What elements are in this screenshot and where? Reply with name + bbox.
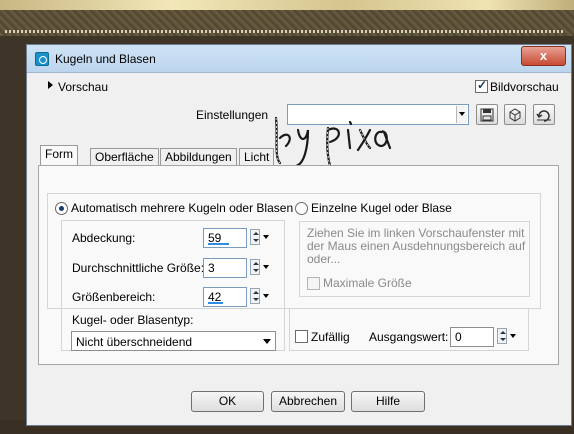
help-button[interactable]: Hilfe bbox=[351, 391, 425, 412]
tab-oberflaeche[interactable]: Oberfläche bbox=[90, 148, 159, 166]
chevron-down-icon bbox=[456, 106, 467, 123]
preview-toggle[interactable]: Vorschau bbox=[58, 80, 108, 94]
bereich-label: Größenbereich: bbox=[72, 290, 156, 304]
floppy-disk-icon bbox=[480, 108, 494, 122]
chevron-down-icon bbox=[263, 339, 271, 344]
bereich-stepper[interactable] bbox=[250, 288, 260, 304]
typ-dropdown[interactable]: Nicht überschneidend bbox=[71, 331, 276, 351]
groesse-stepper[interactable] bbox=[250, 259, 260, 275]
max-size-label: Maximale Größe bbox=[323, 276, 412, 290]
dice-icon bbox=[509, 108, 521, 122]
reset-icon bbox=[536, 110, 551, 122]
save-settings-button[interactable] bbox=[476, 104, 498, 125]
ok-button[interactable]: OK bbox=[191, 391, 264, 412]
ausgang-input[interactable]: 0 bbox=[450, 327, 494, 347]
cancel-button[interactable]: Abbrechen bbox=[271, 391, 345, 412]
tab-form-label: Form bbox=[45, 147, 73, 161]
zufaellig-checkbox[interactable] bbox=[295, 330, 308, 343]
abdeckung-dropdown[interactable] bbox=[262, 229, 270, 247]
tab-form[interactable]: Form bbox=[40, 145, 78, 166]
abdeckung-slider-bar[interactable] bbox=[208, 243, 229, 245]
bereich-dropdown[interactable] bbox=[262, 288, 270, 306]
single-hint-text: Ziehen Sie im linken Vorschaufenster mit… bbox=[307, 226, 526, 266]
tab-licht-label: Licht bbox=[244, 150, 270, 164]
tab-abbildungen[interactable]: Abbildungen bbox=[160, 148, 237, 166]
window-title: Kugeln und Blasen bbox=[55, 52, 156, 66]
signature-watermark bbox=[274, 116, 392, 168]
camera-icon bbox=[35, 52, 49, 66]
background-dotted-border bbox=[5, 30, 565, 33]
auto-mode-radio[interactable] bbox=[55, 202, 68, 215]
typ-label: Kugel- oder Blasentyp: bbox=[72, 313, 194, 327]
expand-arrow-icon[interactable] bbox=[48, 81, 53, 89]
background-gold-strip bbox=[0, 0, 574, 10]
tab-oberflaeche-label: Oberfläche bbox=[95, 150, 154, 164]
single-mode-label: Einzelne Kugel oder Blase bbox=[311, 201, 452, 215]
groesse-label: Durchschnittliche Größe: bbox=[72, 261, 205, 275]
settings-label: Einstellungen bbox=[196, 108, 269, 122]
bereich-slider-bar[interactable] bbox=[208, 302, 223, 304]
ausgang-dropdown[interactable] bbox=[509, 328, 517, 346]
ausgang-label: Ausgangswert: bbox=[369, 330, 449, 344]
single-mode-radio[interactable] bbox=[295, 202, 308, 215]
max-size-checkbox[interactable] bbox=[307, 277, 320, 290]
abdeckung-stepper[interactable] bbox=[250, 229, 260, 245]
typ-value: Nicht überschneidend bbox=[76, 335, 193, 349]
random-settings-button[interactable] bbox=[504, 104, 526, 125]
abdeckung-input[interactable]: 59 bbox=[203, 228, 247, 248]
bereich-input[interactable]: 42 bbox=[203, 287, 247, 307]
bildvorschau-checkbox[interactable] bbox=[475, 78, 488, 93]
ausgang-stepper[interactable] bbox=[497, 328, 507, 344]
groesse-dropdown[interactable] bbox=[262, 259, 270, 277]
ausgang-value: 0 bbox=[455, 330, 462, 344]
tab-licht[interactable]: Licht bbox=[239, 148, 275, 166]
groesse-input[interactable]: 3 bbox=[203, 258, 247, 278]
bildvorschau-label: Bildvorschau bbox=[490, 80, 559, 94]
abdeckung-label: Abdeckung: bbox=[72, 231, 136, 245]
reset-settings-button[interactable] bbox=[533, 104, 555, 125]
groesse-value: 3 bbox=[208, 261, 215, 275]
tab-abbildungen-label: Abbildungen bbox=[165, 150, 232, 164]
zufaellig-label: Zufällig bbox=[311, 330, 350, 344]
close-button[interactable]: x bbox=[521, 46, 566, 66]
auto-mode-label: Automatisch mehrere Kugeln oder Blasen bbox=[71, 201, 294, 215]
